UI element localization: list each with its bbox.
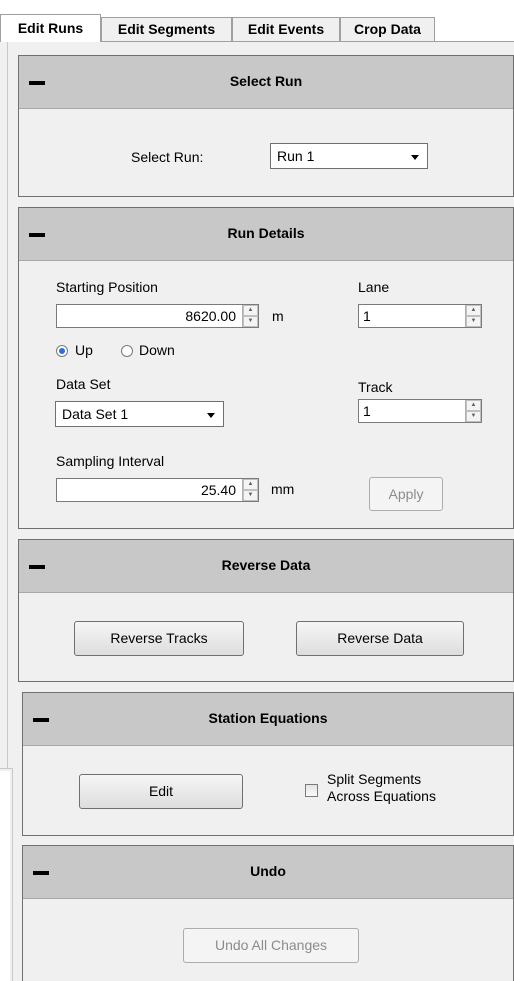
panel-title: Station Equations <box>208 710 328 726</box>
tab-crop-data[interactable]: Crop Data <box>340 17 435 41</box>
starting-position-value: 8620.00 <box>185 308 236 324</box>
station-equations-header: Station Equations <box>23 693 513 746</box>
sampling-interval-value: 25.40 <box>200 482 236 498</box>
chevron-down-icon <box>207 413 215 418</box>
direction-down-label: Down <box>139 342 175 358</box>
radio-selected-dot <box>59 348 65 354</box>
track-label: Track <box>358 379 393 395</box>
tab-edit-runs[interactable]: Edit Runs <box>0 14 101 42</box>
select-run-header: Select Run <box>19 56 513 109</box>
lane-value: 1 <box>363 308 371 324</box>
tab-edit-segments[interactable]: Edit Segments <box>101 17 232 41</box>
panel-title: Undo <box>250 863 286 879</box>
run-details-header: Run Details <box>19 208 513 261</box>
lane-label: Lane <box>358 279 390 295</box>
spin-up-icon[interactable]: ▲ <box>243 479 258 490</box>
direction-down-radio[interactable] <box>121 345 133 357</box>
panel-title: Reverse Data <box>221 557 311 573</box>
track-value: 1 <box>363 403 371 419</box>
select-run-panel: Select Run Select Run: Run 1 <box>18 55 514 197</box>
lane-spinner[interactable]: ▲ ▼ <box>465 305 481 327</box>
lane-field[interactable]: 1 ▲ ▼ <box>358 304 482 328</box>
starting-position-spinner[interactable]: ▲ ▼ <box>242 305 258 327</box>
reverse-tracks-button[interactable]: Reverse Tracks <box>74 621 244 656</box>
tab-edit-events[interactable]: Edit Events <box>232 17 340 41</box>
content-left-border <box>7 42 8 768</box>
content-left-border-lower <box>12 768 13 981</box>
undo-all-changes-button[interactable]: Undo All Changes <box>183 928 359 963</box>
split-segments-label-line1: Split Segments <box>327 771 422 787</box>
split-segments-checkbox[interactable] <box>305 784 318 797</box>
sampling-interval-unit: mm <box>271 481 295 497</box>
run-dropdown[interactable]: Run 1 <box>270 143 428 169</box>
track-spinner[interactable]: ▲ ▼ <box>465 400 481 422</box>
reverse-data-panel: Reverse Data Reverse Tracks Reverse Data <box>18 539 514 682</box>
direction-up-radio[interactable] <box>56 345 68 357</box>
direction-up-label: Up <box>75 342 93 358</box>
select-run-label: Select Run: <box>131 149 204 165</box>
run-dropdown-value: Run 1 <box>277 148 315 164</box>
undo-panel: Undo Undo All Changes <box>22 845 514 981</box>
reverse-data-button[interactable]: Reverse Data <box>296 621 464 656</box>
spin-up-icon[interactable]: ▲ <box>466 400 481 411</box>
spin-down-icon[interactable]: ▼ <box>466 411 481 422</box>
starting-position-unit: m <box>272 308 284 324</box>
spin-up-icon[interactable]: ▲ <box>466 305 481 316</box>
starting-position-field[interactable]: 8620.00 ▲ ▼ <box>56 304 259 328</box>
run-details-panel: Run Details Starting Position 8620.00 ▲ … <box>18 207 514 529</box>
spin-down-icon[interactable]: ▼ <box>243 316 258 327</box>
spin-up-icon[interactable]: ▲ <box>243 305 258 316</box>
panel-title: Select Run <box>229 73 303 89</box>
chevron-down-icon <box>411 155 419 160</box>
reverse-data-header: Reverse Data <box>19 540 513 593</box>
sampling-interval-field[interactable]: 25.40 ▲ ▼ <box>56 478 259 502</box>
split-segments-label: Split Segments Across Equations <box>327 771 436 805</box>
data-set-dropdown[interactable]: Data Set 1 <box>55 401 224 427</box>
station-equations-panel: Station Equations Edit Split Segments Ac… <box>22 692 514 836</box>
track-field[interactable]: 1 ▲ ▼ <box>358 399 482 423</box>
starting-position-label: Starting Position <box>56 279 158 295</box>
undo-header: Undo <box>23 846 513 899</box>
spin-down-icon[interactable]: ▼ <box>466 316 481 327</box>
sampling-interval-label: Sampling Interval <box>56 453 165 469</box>
split-segments-label-line2: Across Equations <box>327 788 436 804</box>
edit-equations-button[interactable]: Edit <box>79 774 243 809</box>
data-set-value: Data Set 1 <box>62 406 129 422</box>
data-set-label: Data Set <box>56 376 111 392</box>
content-border-step <box>0 768 12 769</box>
panel-title: Run Details <box>227 225 305 241</box>
apply-button[interactable]: Apply <box>369 477 443 511</box>
sampling-interval-spinner[interactable]: ▲ ▼ <box>242 479 258 501</box>
spin-down-icon[interactable]: ▼ <box>243 490 258 501</box>
